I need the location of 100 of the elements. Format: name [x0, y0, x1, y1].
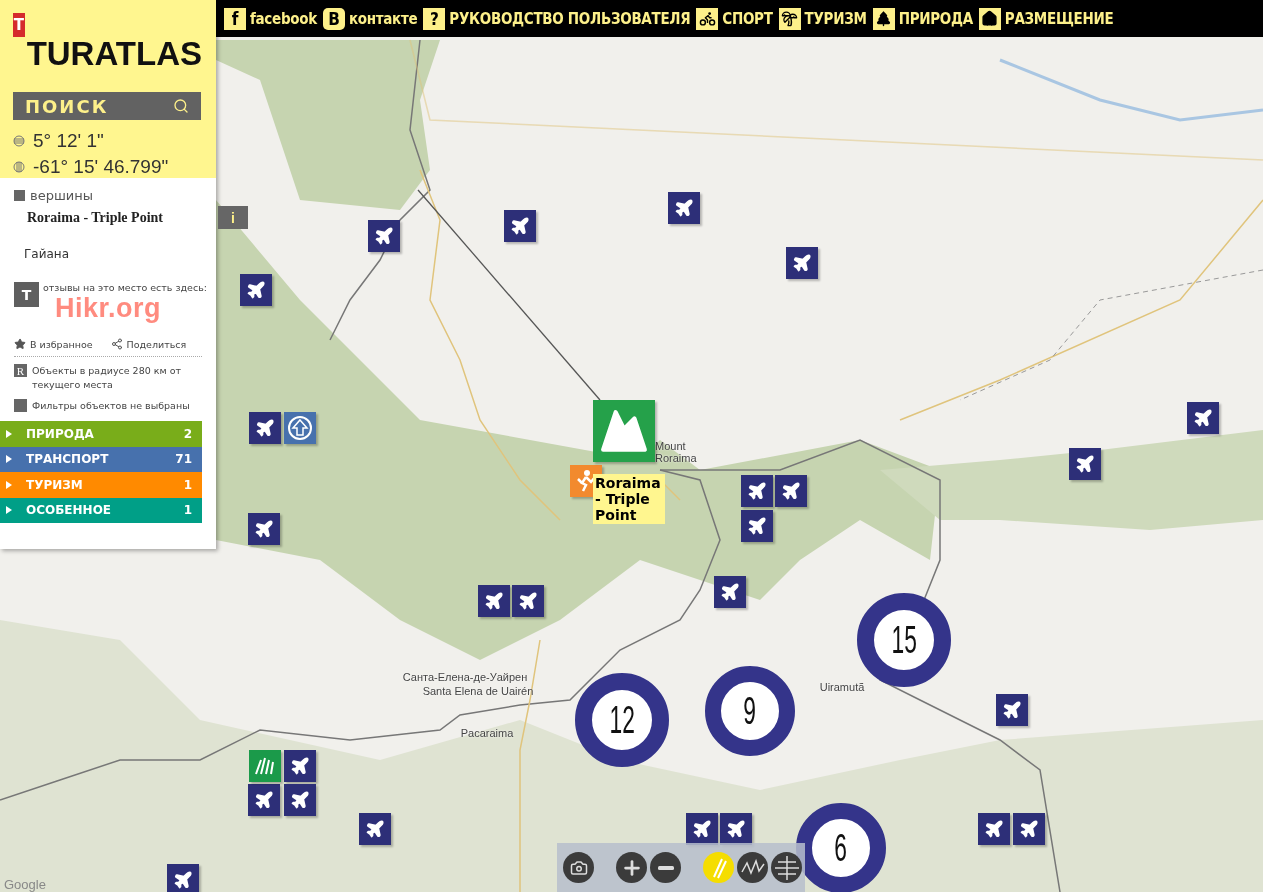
nav-link[interactable]: В контакте	[322, 7, 418, 30]
cluster-marker[interactable]: 12	[575, 673, 669, 767]
place-category: вершины	[30, 188, 94, 203]
plane-marker[interactable]	[741, 475, 773, 507]
longitude-value: -61° 15' 46.799"	[33, 156, 169, 178]
camera-button[interactable]	[563, 852, 594, 883]
plane-icon	[173, 870, 193, 890]
plane-marker[interactable]	[978, 813, 1010, 845]
plane-marker[interactable]	[741, 510, 773, 542]
plane-icon	[254, 790, 274, 810]
place-name: Roraima - Triple Point	[27, 210, 164, 226]
plane-marker[interactable]	[996, 694, 1028, 726]
park-marker[interactable]	[249, 750, 281, 782]
globe-view-button[interactable]	[771, 852, 802, 883]
share-icon	[110, 338, 123, 350]
cyclist-icon	[696, 7, 719, 30]
plane-marker[interactable]	[368, 220, 400, 252]
plane-icon	[1019, 819, 1039, 839]
plane-icon	[674, 198, 694, 218]
cluster-marker[interactable]: 9	[705, 666, 795, 756]
plane-marker[interactable]	[167, 864, 199, 892]
plane-icon	[1002, 700, 1022, 720]
plane-icon	[374, 226, 394, 246]
zoom-out-icon	[657, 865, 674, 870]
plane-marker[interactable]	[686, 813, 718, 845]
radius-text: Объекты в радиусе 280 км от текущего места	[32, 364, 183, 392]
place-label: Pacaraima	[460, 727, 514, 739]
plane-icon	[1193, 408, 1213, 428]
plane-marker[interactable]	[775, 475, 807, 507]
globe-view-icon	[773, 854, 800, 881]
vk-icon: В	[322, 7, 345, 30]
plane-marker[interactable]	[714, 576, 746, 608]
nav-link[interactable]: СПОРТ	[696, 7, 773, 30]
plane-marker[interactable]	[1187, 402, 1219, 434]
zoom-in-button[interactable]	[616, 852, 647, 883]
plane-icon	[510, 216, 530, 236]
plane-marker[interactable]	[284, 784, 316, 816]
plane-icon	[255, 418, 275, 438]
facebook-icon: f	[224, 7, 246, 30]
plane-icon	[726, 819, 746, 839]
plane-icon	[290, 756, 310, 776]
zoom-out-button[interactable]	[650, 852, 681, 883]
latitude-icon	[13, 135, 25, 147]
review-logo-icon: T	[14, 282, 39, 307]
heritage-marker[interactable]	[284, 412, 316, 444]
plane-marker[interactable]	[668, 192, 700, 224]
plane-marker[interactable]	[240, 274, 272, 306]
favorite-link[interactable]: В избранное	[14, 338, 93, 350]
place-country: Гайана	[24, 247, 71, 261]
plane-icon	[692, 819, 712, 839]
terrain-view-button[interactable]	[737, 852, 768, 883]
plane-icon	[254, 519, 274, 539]
search-button[interactable]: ПОИСК	[13, 92, 201, 120]
plane-icon	[1075, 454, 1095, 474]
plane-marker[interactable]	[504, 210, 536, 242]
plane-icon	[720, 582, 740, 602]
plane-marker[interactable]	[786, 247, 818, 279]
plane-marker[interactable]	[478, 585, 510, 617]
plane-marker[interactable]	[359, 813, 391, 845]
plane-icon	[984, 819, 1004, 839]
tree-icon	[872, 7, 895, 30]
search-icon	[173, 98, 189, 115]
place-label: Санта-Елена-де-Уайрен	[402, 671, 528, 683]
place-label: Mount Roraima	[655, 440, 698, 464]
plane-icon	[246, 280, 266, 300]
info-button[interactable]: i	[218, 206, 248, 229]
mountain-marker[interactable]	[593, 400, 655, 462]
nav-link[interactable]: РАЗМЕЩЕНИЕ	[978, 7, 1114, 30]
camera-icon	[569, 858, 588, 877]
radius-icon: R	[14, 364, 27, 377]
share-link[interactable]: Поделиться	[110, 338, 187, 350]
house-icon	[978, 7, 1001, 30]
latitude-value: 5° 12' 1"	[33, 130, 104, 152]
plane-marker[interactable]	[1069, 448, 1101, 480]
place-label: Santa Elena de Uairén	[422, 685, 534, 697]
filter-icon	[14, 399, 27, 412]
nav-link[interactable]: ПРИРОДА	[872, 7, 973, 30]
category-icon	[14, 190, 25, 201]
place-callout: Roraima - Triple Point	[593, 474, 665, 524]
help-icon: ?	[423, 7, 446, 30]
palm-tree-icon	[778, 7, 801, 30]
plane-icon	[518, 591, 538, 611]
plane-icon	[484, 591, 504, 611]
plane-marker[interactable]	[284, 750, 316, 782]
longitude-icon	[13, 161, 25, 173]
plane-marker[interactable]	[248, 513, 280, 545]
plane-marker[interactable]	[720, 813, 752, 845]
nav-link[interactable]: ТУРИЗМ	[778, 7, 867, 30]
nav-link[interactable]: ? РУКОВОДСТВО ПОЛЬЗОВАТЕЛЯ	[423, 7, 691, 30]
map-attribution: Google	[4, 877, 46, 892]
plane-marker[interactable]	[512, 585, 544, 617]
plane-marker[interactable]	[249, 412, 281, 444]
logo: TURATLAS	[26, 35, 202, 73]
plane-marker[interactable]	[1013, 813, 1045, 845]
plane-icon	[792, 253, 812, 273]
star-icon	[14, 338, 26, 350]
logo-mark: T	[13, 13, 25, 37]
nav-link[interactable]: f facebook	[224, 7, 317, 30]
plane-marker[interactable]	[248, 784, 280, 816]
category-bar[interactable]: ТРАНСПОРТ 71	[0, 446, 202, 472]
